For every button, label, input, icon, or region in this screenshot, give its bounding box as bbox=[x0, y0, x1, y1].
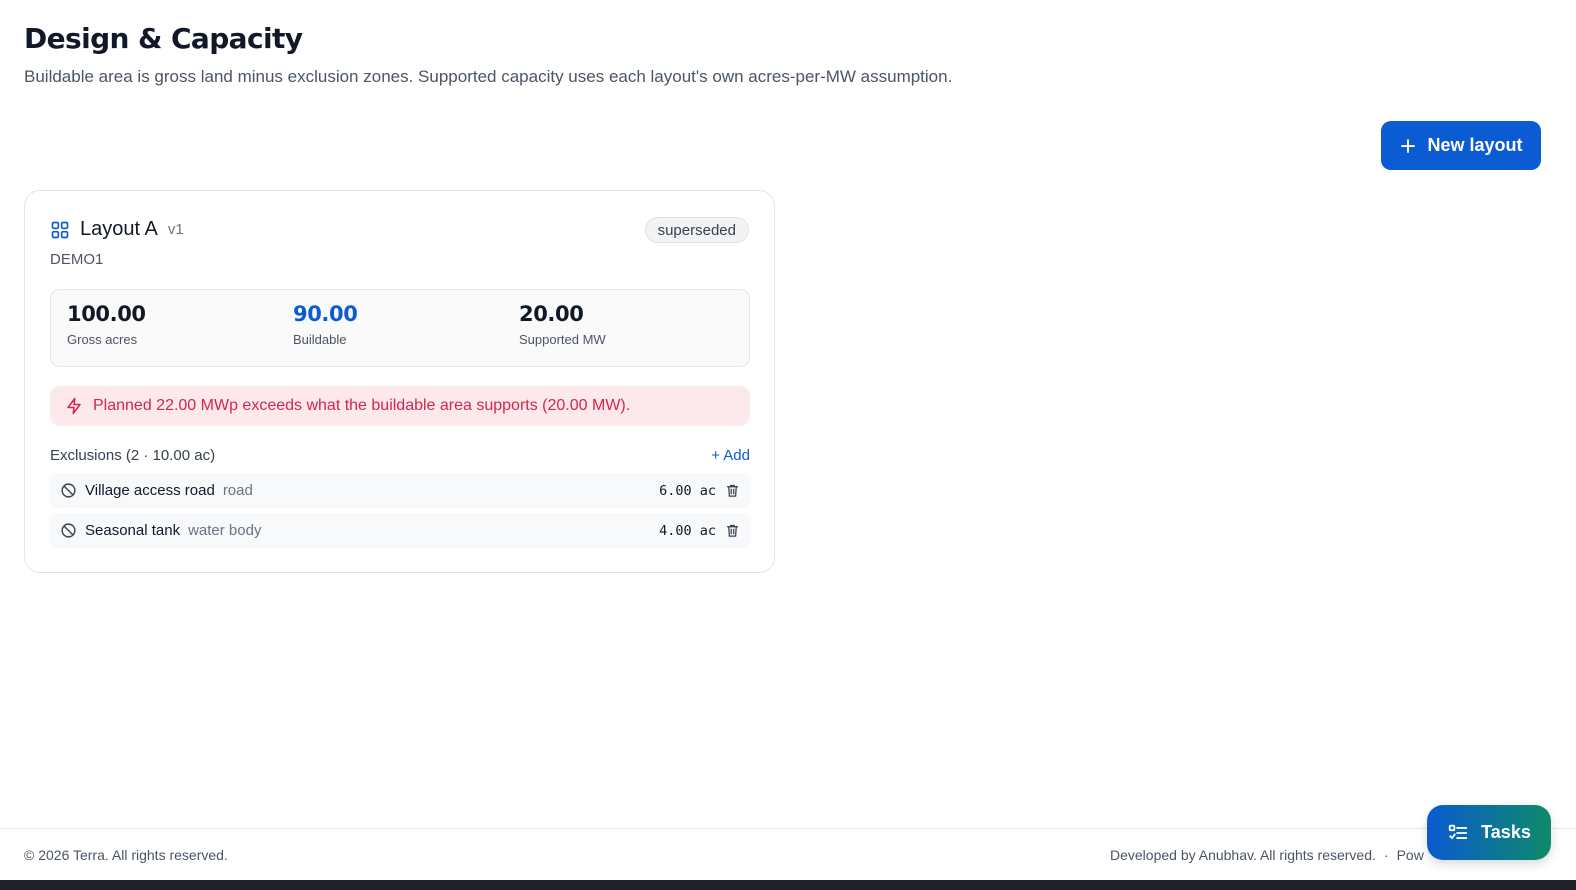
layout-card: Layout A v1 DEMO1 superseded 100.00 Gros… bbox=[24, 190, 775, 573]
metric-gross-acres: 100.00 Gross acres bbox=[67, 302, 146, 347]
metric-label: Gross acres bbox=[67, 332, 138, 347]
exclusion-name-wrap: Village access road road bbox=[85, 482, 253, 499]
footer-copyright: © 2026 Terra. All rights reserved. bbox=[24, 847, 228, 863]
warning-text: Planned 22.00 MWp exceeds what the build… bbox=[93, 397, 631, 414]
trash-icon[interactable] bbox=[725, 523, 740, 538]
exclusion-name-wrap: Seasonal tank water body bbox=[85, 522, 261, 539]
layout-name: Layout A bbox=[80, 218, 158, 240]
add-exclusion-link[interactable]: + Add bbox=[711, 447, 750, 464]
page-title: Design & Capacity bbox=[24, 22, 303, 55]
page-header: Design & Capacity Buildable area is gros… bbox=[24, 22, 952, 87]
exclusions-title: Exclusions (2 · 10.00 ac) bbox=[50, 447, 216, 464]
footer-credit: Developed by Anubhav. All rights reserve… bbox=[1110, 847, 1376, 863]
metric-label: Supported MW bbox=[519, 332, 606, 347]
metric-buildable: 90.00 Buildable bbox=[293, 302, 358, 347]
exclusion-row: Seasonal tank water body 4.00 ac bbox=[50, 513, 750, 548]
footer-separator: · bbox=[1383, 847, 1389, 863]
bottom-bar bbox=[0, 880, 1576, 890]
metric-label: Buildable bbox=[293, 332, 347, 347]
exclusions-header: Exclusions (2 · 10.00 ac) + Add bbox=[50, 447, 750, 467]
metric-value: 90.00 bbox=[293, 302, 358, 326]
status-badge: superseded bbox=[644, 217, 749, 243]
exclusion-type: water body bbox=[188, 522, 262, 539]
checklist-icon bbox=[1448, 824, 1468, 839]
exclusion-name: Seasonal tank bbox=[85, 522, 181, 539]
exclusion-area: 6.00 ac bbox=[659, 483, 716, 499]
metric-supported-mw: 20.00 Supported MW bbox=[519, 302, 606, 347]
metric-value: 20.00 bbox=[519, 302, 584, 326]
exclusion-name: Village access road bbox=[85, 482, 215, 499]
new-layout-label: New layout bbox=[1427, 135, 1523, 155]
tasks-button[interactable]: Tasks bbox=[1427, 805, 1551, 860]
ban-icon bbox=[61, 523, 76, 538]
exclusion-area: 4.00 ac bbox=[659, 523, 716, 539]
new-layout-button[interactable]: New layout bbox=[1381, 121, 1541, 170]
layout-version: v1 bbox=[167, 221, 184, 238]
exclusion-row: Village access road road 6.00 ac bbox=[50, 473, 750, 508]
tasks-label: Tasks bbox=[1481, 822, 1531, 842]
ban-icon bbox=[61, 483, 76, 498]
footer: © 2026 Terra. All rights reserved. Devel… bbox=[0, 828, 1576, 880]
layout-code: DEMO1 bbox=[50, 251, 104, 268]
trash-icon[interactable] bbox=[725, 483, 740, 498]
metric-value: 100.00 bbox=[67, 302, 146, 326]
page-subtitle: Buildable area is gross land minus exclu… bbox=[24, 67, 953, 86]
metrics-panel: 100.00 Gross acres 90.00 Buildable 20.00… bbox=[50, 289, 750, 367]
layout-card-header: Layout A v1 bbox=[50, 218, 184, 241]
exclusion-type: road bbox=[222, 482, 253, 499]
grid-icon bbox=[51, 221, 69, 238]
lightning-icon bbox=[67, 397, 81, 415]
footer-powered-by[interactable]: Pow bbox=[1397, 847, 1424, 863]
plus-icon bbox=[1401, 138, 1416, 153]
footer-credits: Developed by Anubhav. All rights reserve… bbox=[1110, 847, 1424, 863]
capacity-warning-banner: Planned 22.00 MWp exceeds what the build… bbox=[50, 386, 750, 426]
